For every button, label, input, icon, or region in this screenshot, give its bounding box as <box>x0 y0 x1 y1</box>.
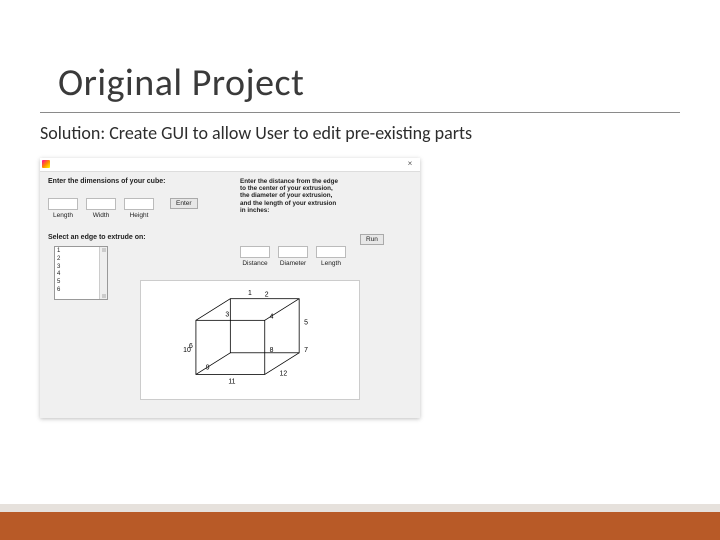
close-icon[interactable]: × <box>402 158 418 170</box>
edge-num: 9 <box>206 365 210 372</box>
edge-num: 11 <box>228 378 235 385</box>
ext-length-input[interactable] <box>316 246 346 258</box>
slide-title: Original Project <box>58 60 304 106</box>
length-label: Length <box>53 212 73 219</box>
height-input[interactable] <box>124 198 154 210</box>
height-field-group: Height <box>124 198 154 219</box>
edge-num: 10 <box>183 347 191 354</box>
edge-num: 7 <box>304 347 308 354</box>
edge-listbox[interactable]: 1 2 3 4 5 6 <box>54 246 108 300</box>
width-input[interactable] <box>86 198 116 210</box>
diameter-field-group: Diameter <box>278 246 308 267</box>
distance-field-group: Distance <box>240 246 270 267</box>
ext-length-field-group: Length <box>316 246 346 267</box>
title-divider <box>40 112 680 113</box>
list-item[interactable]: 6 <box>57 287 105 295</box>
list-item[interactable]: 3 <box>57 264 105 272</box>
gui-window: × Enter the dimensions of your cube: Ent… <box>40 158 420 418</box>
edge-num: 8 <box>270 347 274 354</box>
enter-button[interactable]: Enter <box>170 198 198 209</box>
edge-num: 5 <box>304 319 308 326</box>
length-input[interactable] <box>48 198 78 210</box>
app-icon <box>42 160 50 168</box>
edge-select-label: Select an edge to extrude on: <box>48 234 146 241</box>
ext-length-label: Length <box>321 260 341 267</box>
width-field-group: Width <box>86 198 116 219</box>
cube-dim-fields: Length Width Height <box>48 198 154 219</box>
list-item[interactable]: 5 <box>57 279 105 287</box>
gui-titlebar: × <box>40 158 420 172</box>
edge-num: 1 <box>248 290 252 297</box>
edge-num: 4 <box>270 313 274 320</box>
cube-diagram: 1 2 3 4 5 6 7 8 9 10 11 12 <box>141 281 359 399</box>
cube-dimensions-label: Enter the dimensions of your cube: <box>48 178 198 185</box>
distance-label: Distance <box>242 260 267 267</box>
slide-subtitle: Solution: Create GUI to allow User to ed… <box>40 122 472 144</box>
list-item[interactable]: 1 <box>57 248 105 256</box>
cube-diagram-panel: 1 2 3 4 5 6 7 8 9 10 11 12 <box>140 280 360 400</box>
diameter-label: Diameter <box>280 260 306 267</box>
edge-num: 2 <box>265 292 269 299</box>
extrusion-fields: Distance Diameter Length <box>240 246 346 267</box>
height-label: Height <box>130 212 149 219</box>
edge-num: 3 <box>225 311 229 318</box>
scrollbar[interactable] <box>99 247 107 299</box>
gui-body: Enter the dimensions of your cube: Enter… <box>40 172 420 418</box>
edge-num: 12 <box>280 370 288 377</box>
width-label: Width <box>93 212 110 219</box>
list-item[interactable]: 4 <box>57 271 105 279</box>
footer-accent-bar <box>0 512 720 540</box>
list-item[interactable]: 2 <box>57 256 105 264</box>
extrusion-instruction-label: Enter the distance from the edge to the … <box>240 178 340 214</box>
footer-accent-light <box>0 504 720 512</box>
diameter-input[interactable] <box>278 246 308 258</box>
distance-input[interactable] <box>240 246 270 258</box>
length-field-group: Length <box>48 198 78 219</box>
run-button[interactable]: Run <box>360 234 384 245</box>
